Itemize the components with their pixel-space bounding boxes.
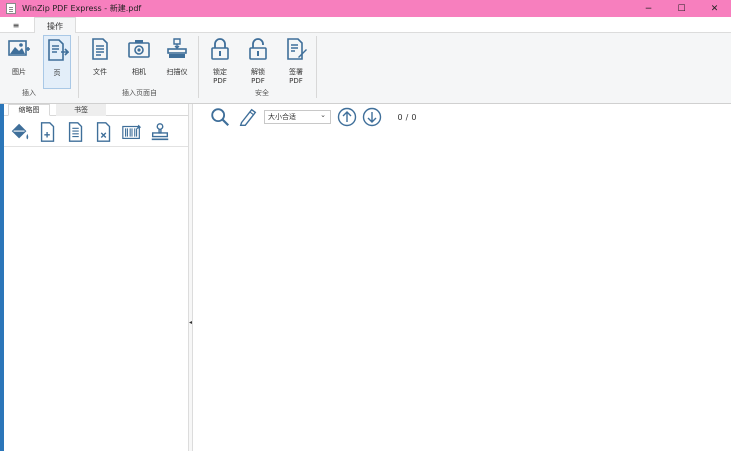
maximize-button[interactable]: ☐ bbox=[665, 0, 698, 17]
current-page-input[interactable]: 0 bbox=[398, 113, 403, 122]
fill-bucket-icon bbox=[11, 123, 29, 140]
total-pages: 0 bbox=[411, 112, 417, 122]
arrow-down-circle-icon bbox=[362, 107, 382, 127]
insert-image-label: 图片 bbox=[12, 68, 26, 76]
tab-operations[interactable]: 操作 bbox=[34, 17, 76, 34]
insert-from-scanner-button[interactable]: 扫描仪 bbox=[163, 35, 191, 89]
title-bar: WinZip PDF Express - 新建.pdf − ☐ ✕ bbox=[0, 0, 731, 17]
minimize-button[interactable]: − bbox=[632, 0, 665, 17]
side-panel-toolbar bbox=[6, 119, 174, 145]
page-separator: / bbox=[405, 112, 409, 122]
chevron-down-icon: ⌄ bbox=[320, 111, 326, 119]
collapse-arrow-icon[interactable]: ◂ bbox=[189, 319, 192, 326]
arrow-up-circle-icon bbox=[337, 107, 357, 127]
group-separator bbox=[198, 36, 199, 98]
app-name: WinZip PDF Express bbox=[22, 4, 102, 13]
insert-image-button[interactable]: 图片 bbox=[5, 35, 33, 89]
close-button[interactable]: ✕ bbox=[698, 0, 731, 17]
add-page-icon bbox=[40, 122, 55, 142]
delete-page-icon bbox=[96, 122, 111, 142]
stamp-icon bbox=[151, 123, 169, 141]
window-title: WinZip PDF Express - 新建.pdf bbox=[22, 3, 141, 14]
scanner-icon bbox=[167, 38, 187, 58]
highlighter-icon bbox=[239, 108, 257, 126]
group-separator bbox=[316, 36, 317, 98]
barcode-icon bbox=[122, 124, 142, 140]
delete-page-button[interactable] bbox=[90, 119, 118, 145]
insert-from-file-label: 文件 bbox=[93, 68, 107, 76]
fill-button[interactable] bbox=[6, 119, 34, 145]
document-name: 新建.pdf bbox=[109, 4, 142, 13]
side-panel-tabs: 缩略图 书签 bbox=[4, 104, 188, 116]
group-separator bbox=[78, 36, 79, 98]
sign-icon bbox=[287, 38, 307, 60]
group-label-insert: 插入 bbox=[22, 89, 36, 97]
sign-pdf-button[interactable]: 签署 PDF bbox=[282, 35, 310, 89]
insert-from-scanner-label: 扫描仪 bbox=[166, 68, 188, 76]
add-page-button[interactable] bbox=[34, 119, 62, 145]
ribbon-tabs: ≡ 操作 bbox=[0, 17, 731, 34]
stamp-button[interactable] bbox=[146, 119, 174, 145]
sign-pdf-label: 签署 PDF bbox=[289, 68, 303, 85]
group-label-insert-from: 插入页面自 bbox=[122, 89, 157, 97]
zoom-value: 大小合适 bbox=[268, 113, 296, 121]
document-viewer[interactable]: 大小合适 ⌄ 0 / 0 bbox=[193, 104, 731, 451]
search-icon bbox=[211, 108, 230, 127]
unlock-pdf-button[interactable]: 解锁 PDF bbox=[244, 35, 272, 89]
previous-page-button[interactable] bbox=[337, 107, 357, 127]
next-page-button[interactable] bbox=[362, 107, 382, 127]
zoom-select[interactable]: 大小合适 ⌄ bbox=[264, 110, 331, 124]
side-panel: 缩略图 书签 bbox=[0, 104, 188, 451]
insert-page-button[interactable]: 页 bbox=[43, 35, 71, 89]
insert-from-file-button[interactable]: 文件 bbox=[86, 35, 114, 89]
search-button[interactable] bbox=[209, 106, 231, 128]
file-menu-button[interactable]: ≡ bbox=[4, 17, 28, 33]
highlight-button[interactable] bbox=[237, 106, 259, 128]
group-label-security: 安全 bbox=[255, 89, 269, 97]
extract-page-button[interactable] bbox=[62, 119, 90, 145]
side-panel-divider bbox=[4, 146, 188, 147]
window-controls: − ☐ ✕ bbox=[632, 0, 731, 17]
file-icon bbox=[92, 38, 108, 60]
unlock-pdf-label: 解锁 PDF bbox=[251, 68, 265, 85]
lock-icon bbox=[211, 38, 229, 60]
lock-pdf-button[interactable]: 锁定 PDF bbox=[206, 35, 234, 89]
insert-from-camera-label: 相机 bbox=[132, 68, 146, 76]
barcode-button[interactable] bbox=[118, 119, 146, 145]
extract-page-icon bbox=[68, 122, 83, 142]
page-insert-icon bbox=[48, 39, 69, 61]
app-icon bbox=[6, 3, 16, 14]
unlock-icon bbox=[249, 38, 267, 60]
insert-from-camera-button[interactable]: 相机 bbox=[125, 35, 153, 89]
image-insert-icon bbox=[8, 40, 30, 56]
page-indicator: 0 / 0 bbox=[390, 110, 424, 124]
tab-thumbnails[interactable]: 缩略图 bbox=[8, 104, 50, 116]
camera-icon bbox=[128, 40, 150, 58]
ribbon: 图片 页 插入 文件 相机 扫描仪 插入页面自 锁定 PDF 解锁 PDF 签署… bbox=[0, 33, 731, 104]
tab-bookmarks[interactable]: 书签 bbox=[56, 104, 106, 116]
lock-pdf-label: 锁定 PDF bbox=[213, 68, 227, 85]
insert-page-label: 页 bbox=[53, 69, 61, 77]
